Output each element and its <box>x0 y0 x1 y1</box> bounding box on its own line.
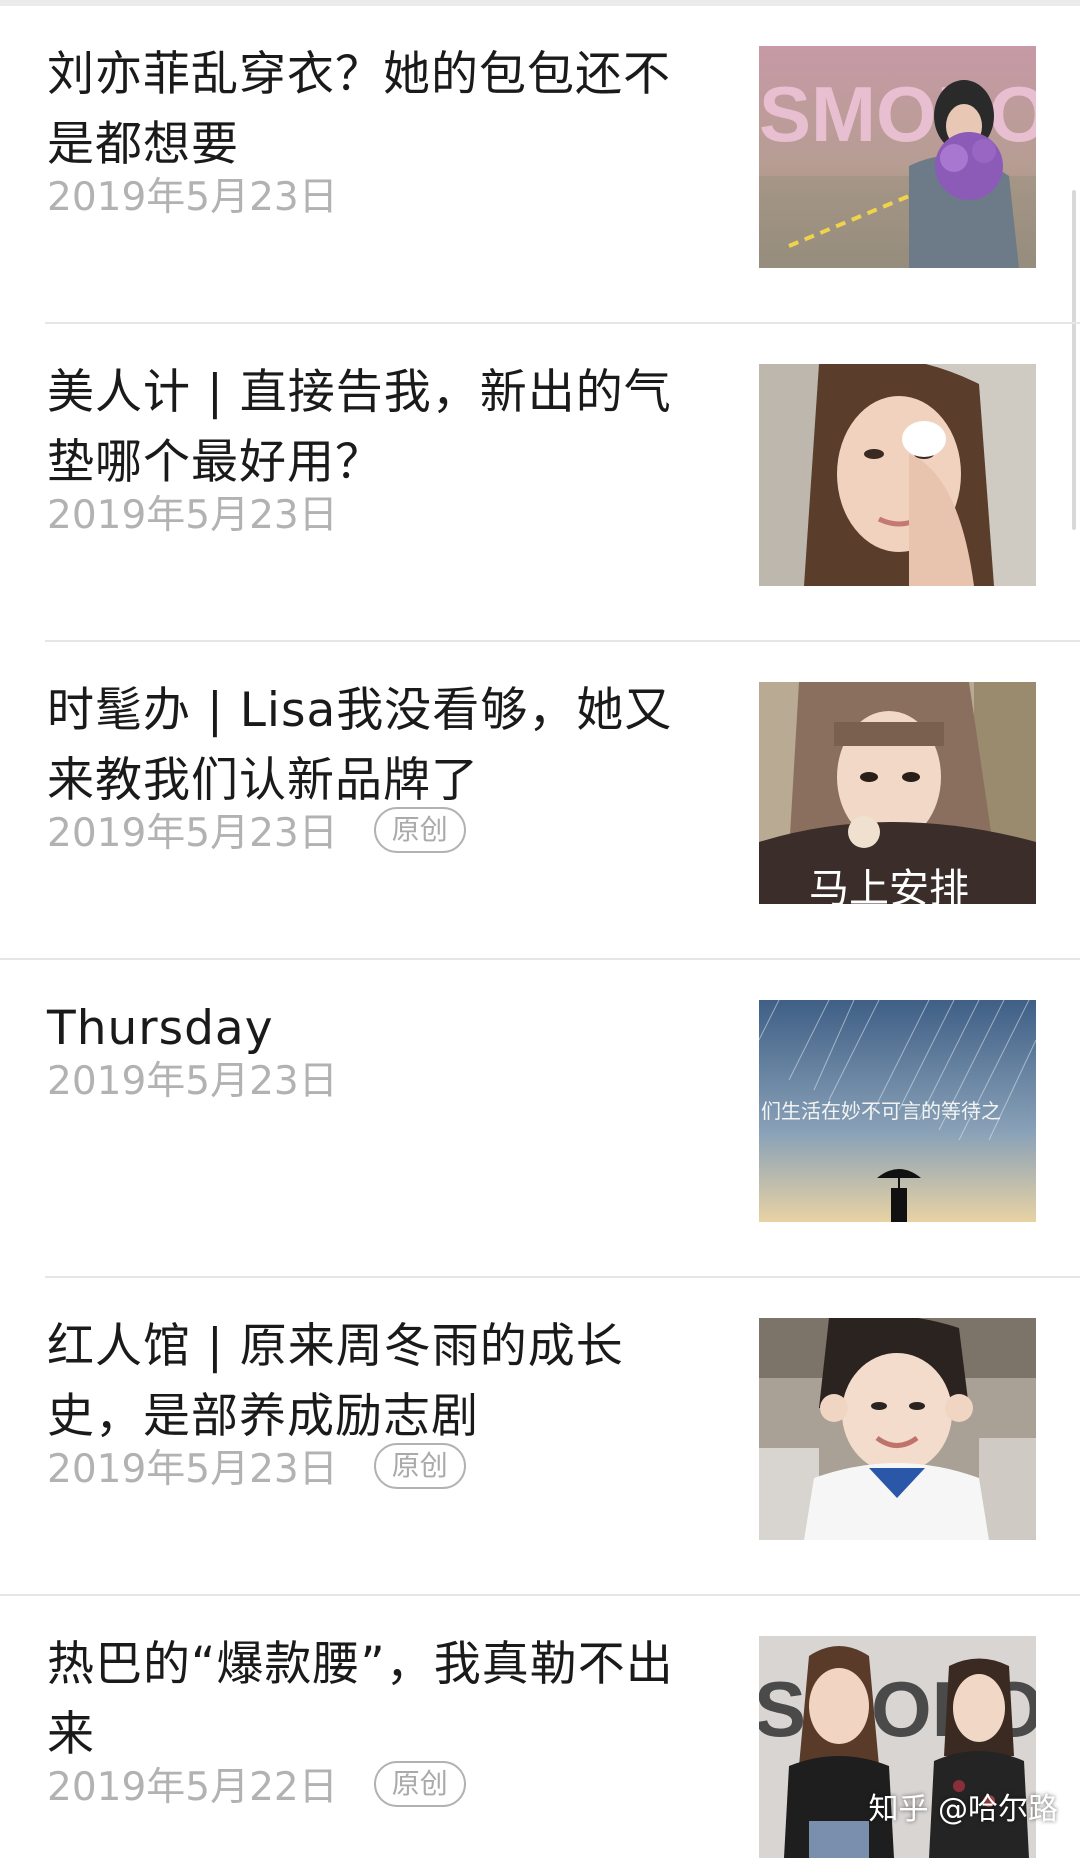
article-date: 2019年5月23日 <box>47 1447 338 1492</box>
article-item[interactable]: Thursday 2019年5月23日 们生活在妙不可言的等待之 <box>0 960 1080 1278</box>
article-date: 2019年5月22日 <box>47 1765 338 1810</box>
article-thumbnail[interactable]: SMOPOLIT <box>759 46 1036 268</box>
article-list: 刘亦菲乱穿衣？她的包包还不是都想要 2019年5月23日 SMOPOLIT <box>0 6 1080 1858</box>
lisa-portrait-photo: 马上安排 <box>759 682 1036 904</box>
thumb-caption: 马上安排 <box>809 866 969 904</box>
article-thumbnail[interactable]: 马上安排 <box>759 682 1036 904</box>
article-meta: 2019年5月23日 <box>47 484 338 540</box>
article-meta: 2019年5月22日 原创 <box>47 1756 466 1812</box>
article-title[interactable]: 刘亦菲乱穿衣？她的包包还不是都想要 <box>47 40 717 180</box>
original-badge: 原创 <box>373 807 466 853</box>
girl-peace-sign-photo <box>759 1318 1036 1540</box>
portrait-with-flowers-photo: SMOPOLIT <box>759 46 1036 268</box>
article-title[interactable]: 时髦办 | Lisa我没看够，她又来教我们认新品牌了 <box>47 676 717 816</box>
article-thumbnail[interactable] <box>759 1318 1036 1540</box>
original-badge: 原创 <box>373 1443 466 1489</box>
sky-umbrella-photo: 们生活在妙不可言的等待之 <box>759 1000 1036 1222</box>
article-item[interactable]: 美人计 | 直接告我，新出的气垫哪个最好用？ 2019年5月23日 <box>0 324 1080 642</box>
article-date: 2019年5月23日 <box>47 493 338 538</box>
article-title[interactable]: 红人馆 | 原来周冬雨的成长史，是部养成励志剧 <box>47 1312 717 1452</box>
article-title[interactable]: 热巴的“爆款腰”，我真勒不出来 <box>47 1630 717 1770</box>
article-date: 2019年5月23日 <box>47 1059 338 1104</box>
article-meta: 2019年5月23日 原创 <box>47 1438 466 1494</box>
article-meta: 2019年5月23日 <box>47 166 338 222</box>
article-title[interactable]: 美人计 | 直接告我，新出的气垫哪个最好用？ <box>47 358 717 498</box>
article-thumbnail[interactable]: 们生活在妙不可言的等待之 <box>759 1000 1036 1222</box>
article-item[interactable]: 刘亦菲乱穿衣？她的包包还不是都想要 2019年5月23日 SMOPOLIT <box>0 6 1080 324</box>
article-meta: 2019年5月23日 <box>47 1050 338 1106</box>
article-date: 2019年5月23日 <box>47 811 338 856</box>
article-item[interactable]: 时髦办 | Lisa我没看够，她又来教我们认新品牌了 2019年5月23日 原创… <box>0 642 1080 960</box>
article-item[interactable]: 红人馆 | 原来周冬雨的成长史，是部养成励志剧 2019年5月23日 原创 <box>0 1278 1080 1596</box>
original-badge: 原创 <box>373 1761 466 1807</box>
article-thumbnail[interactable] <box>759 364 1036 586</box>
article-meta: 2019年5月23日 原创 <box>47 802 466 858</box>
article-date: 2019年5月23日 <box>47 175 338 220</box>
woman-applying-cushion-photo <box>759 364 1036 586</box>
thumb-caption: 们生活在妙不可言的等待之 <box>761 1099 1001 1123</box>
watermark: 知乎 @哈尔路 <box>868 1792 1058 1827</box>
